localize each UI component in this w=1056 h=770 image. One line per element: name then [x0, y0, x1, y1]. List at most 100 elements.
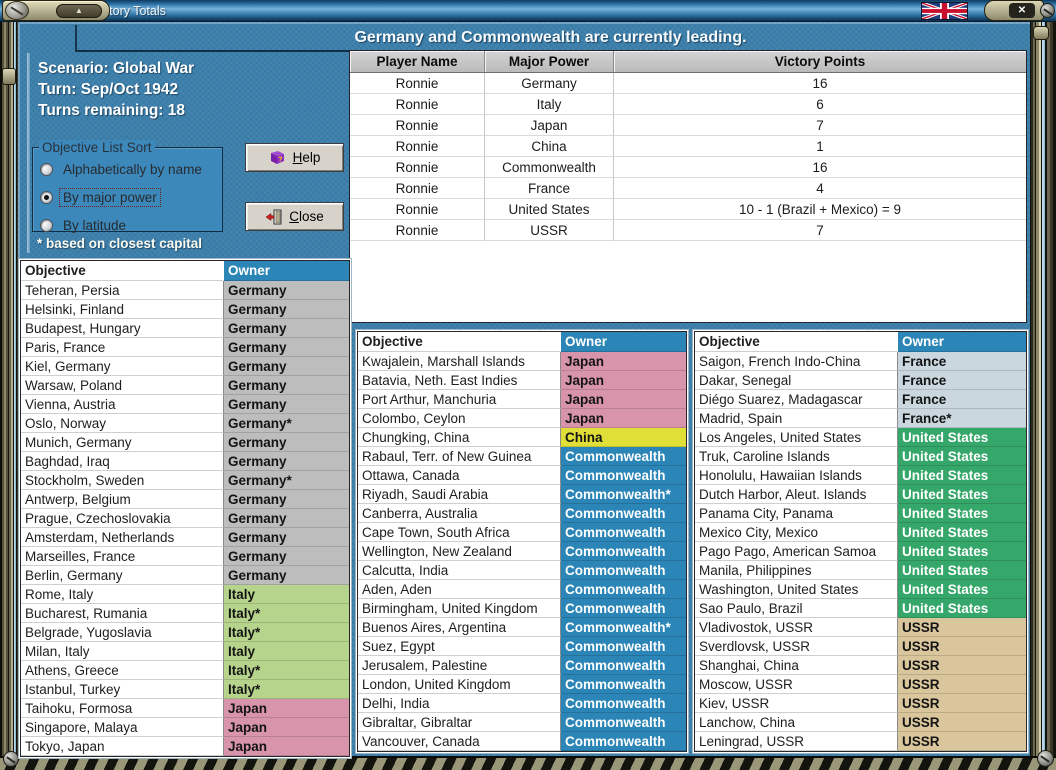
panel-bevel — [27, 53, 30, 253]
objective-column-header: Objective — [21, 261, 224, 281]
objective-cell: Rome, Italy — [21, 585, 224, 604]
objective-row: Truk, Caroline Islands United States — [695, 447, 1026, 466]
owner-cell: China — [561, 428, 686, 447]
owner-cell: Germany* — [224, 414, 349, 433]
close-button[interactable]: Close — [245, 202, 344, 231]
knob-icon[interactable] — [5, 1, 29, 20]
radio-icon[interactable] — [40, 190, 53, 204]
window-frame-right — [1030, 22, 1056, 756]
owner-cell: Italy* — [224, 604, 349, 623]
objective-row: Gibraltar, Gibraltar Commonwealth — [358, 713, 686, 732]
objective-row: Moscow, USSR USSR — [695, 675, 1026, 694]
objective-cell: Panama City, Panama — [695, 504, 898, 523]
objective-cell: Vancouver, Canada — [358, 732, 561, 751]
objective-row: Buenos Aires, Argentina Commonwealth* — [358, 618, 686, 637]
objective-row: Wellington, New Zealand Commonwealth — [358, 542, 686, 561]
victory-table-body: Ronnie Germany 16 Ronnie Italy 6 Ronnie Japan 7 R… — [350, 73, 1026, 241]
window-frame-left — [0, 22, 18, 756]
radio-icon[interactable] — [40, 162, 53, 176]
owner-cell: Commonwealth* — [561, 618, 686, 637]
victory-points-table: Player Name Major Power Victory Points R… — [349, 50, 1027, 323]
objective-row: Belgrade, Yugoslavia Italy* — [21, 623, 349, 642]
objective-row: Istanbul, Turkey Italy* — [21, 680, 349, 699]
victory-table-cell: Ronnie — [350, 199, 485, 220]
victory-table-cell: Germany — [485, 73, 614, 94]
help-button[interactable]: ? Help — [245, 143, 344, 172]
owner-cell: United States — [898, 428, 1026, 447]
owner-cell: United States — [898, 504, 1026, 523]
objective-cell: Chungking, China — [358, 428, 561, 447]
owner-cell: Germany — [224, 300, 349, 319]
objective-row: Dakar, Senegal France — [695, 371, 1026, 390]
victory-table-cell: Ronnie — [350, 73, 485, 94]
victory-table-cell: Commonwealth — [485, 157, 614, 178]
objective-cell: Washington, United States — [695, 580, 898, 599]
objective-row: Vienna, Austria Germany — [21, 395, 349, 414]
owner-cell: Germany — [224, 509, 349, 528]
objective-row: Los Angeles, United States United States — [695, 428, 1026, 447]
owner-cell: Germany — [224, 490, 349, 509]
objective-cell: Cape Town, South Africa — [358, 523, 561, 542]
objective-row: Leningrad, USSR USSR — [695, 732, 1026, 751]
sort-option[interactable]: By latitude — [40, 215, 222, 235]
objective-row: Pago Pago, American Samoa United States — [695, 542, 1026, 561]
up-arrow-icon: ▲ — [75, 6, 83, 15]
leading-message: Germany and Commonwealth are currently l… — [75, 25, 1024, 52]
owner-cell: Commonwealth — [561, 523, 686, 542]
victory-table-cell: 7 — [614, 115, 1026, 136]
objective-row: Aden, Aden Commonwealth — [358, 580, 686, 599]
victory-table-row: Ronnie Germany 16 — [350, 73, 1026, 94]
victory-table-cell: France — [485, 178, 614, 199]
objective-row: Calcutta, India Commonwealth — [358, 561, 686, 580]
objective-list-header: Objective Owner — [21, 261, 349, 281]
victory-table-cell: Italy — [485, 94, 614, 115]
owner-cell: USSR — [898, 732, 1026, 751]
objective-cell: Bucharest, Rumania — [21, 604, 224, 623]
owner-cell: United States — [898, 466, 1026, 485]
objective-row: Munich, Germany Germany — [21, 433, 349, 452]
victory-table-cell: Ronnie — [350, 157, 485, 178]
sort-option[interactable]: Alphabetically by name — [40, 159, 222, 179]
sort-option[interactable]: By major power — [40, 187, 222, 207]
objective-cell: Singapore, Malaya — [21, 718, 224, 737]
objective-cell: Madrid, Spain — [695, 409, 898, 428]
objective-row: Port Arthur, Manchuria Japan — [358, 390, 686, 409]
victory-table-cell: 4 — [614, 178, 1026, 199]
collapse-up-button[interactable]: ▲ — [56, 4, 102, 18]
objective-row: Vancouver, Canada Commonwealth — [358, 732, 686, 751]
victory-table-cell: 7 — [614, 220, 1026, 241]
owner-cell: Commonwealth — [561, 694, 686, 713]
objective-cell: Paris, France — [21, 338, 224, 357]
radio-icon[interactable] — [40, 218, 53, 232]
scenario-name: Scenario: Global War — [38, 60, 195, 77]
close-icon: ✕ — [1009, 3, 1035, 18]
window-close-button[interactable]: ✕ — [984, 0, 1044, 21]
victory-table-cell: United States — [485, 199, 614, 220]
objective-row: Delhi, India Commonwealth — [358, 694, 686, 713]
objective-cell: Ottawa, Canada — [358, 466, 561, 485]
turns-remaining: Turns remaining: 18 — [38, 102, 185, 119]
victory-table-row: Ronnie Commonwealth 16 — [350, 157, 1026, 178]
objective-cell: Tokyo, Japan — [21, 737, 224, 756]
objective-column-header: Objective — [695, 332, 898, 352]
victory-table-cell: Ronnie — [350, 220, 485, 241]
objective-row: Canberra, Australia Commonwealth — [358, 504, 686, 523]
owner-cell: Commonwealth — [561, 561, 686, 580]
owner-cell: United States — [898, 485, 1026, 504]
owner-cell: United States — [898, 542, 1026, 561]
column-header-points: Victory Points — [614, 51, 1026, 72]
objective-row: Dutch Harbor, Aleut. Islands United State… — [695, 485, 1026, 504]
owner-cell: Commonwealth — [561, 504, 686, 523]
objective-cell: Marseilles, France — [21, 547, 224, 566]
objective-cell: Mexico City, Mexico — [695, 523, 898, 542]
objective-row: Jerusalem, Palestine Commonwealth — [358, 656, 686, 675]
objective-row: Tokyo, Japan Japan — [21, 737, 349, 756]
objective-cell: Riyadh, Saudi Arabia — [358, 485, 561, 504]
victory-table-cell: Ronnie — [350, 94, 485, 115]
owner-cell: Italy — [224, 642, 349, 661]
objective-list-allies: Objective Owner Saigon, French Indo-China F… — [692, 329, 1029, 754]
objective-cell: Dakar, Senegal — [695, 371, 898, 390]
victory-table-cell: Japan — [485, 115, 614, 136]
objective-row: Milan, Italy Italy — [21, 642, 349, 661]
owner-cell: Commonwealth — [561, 732, 686, 751]
